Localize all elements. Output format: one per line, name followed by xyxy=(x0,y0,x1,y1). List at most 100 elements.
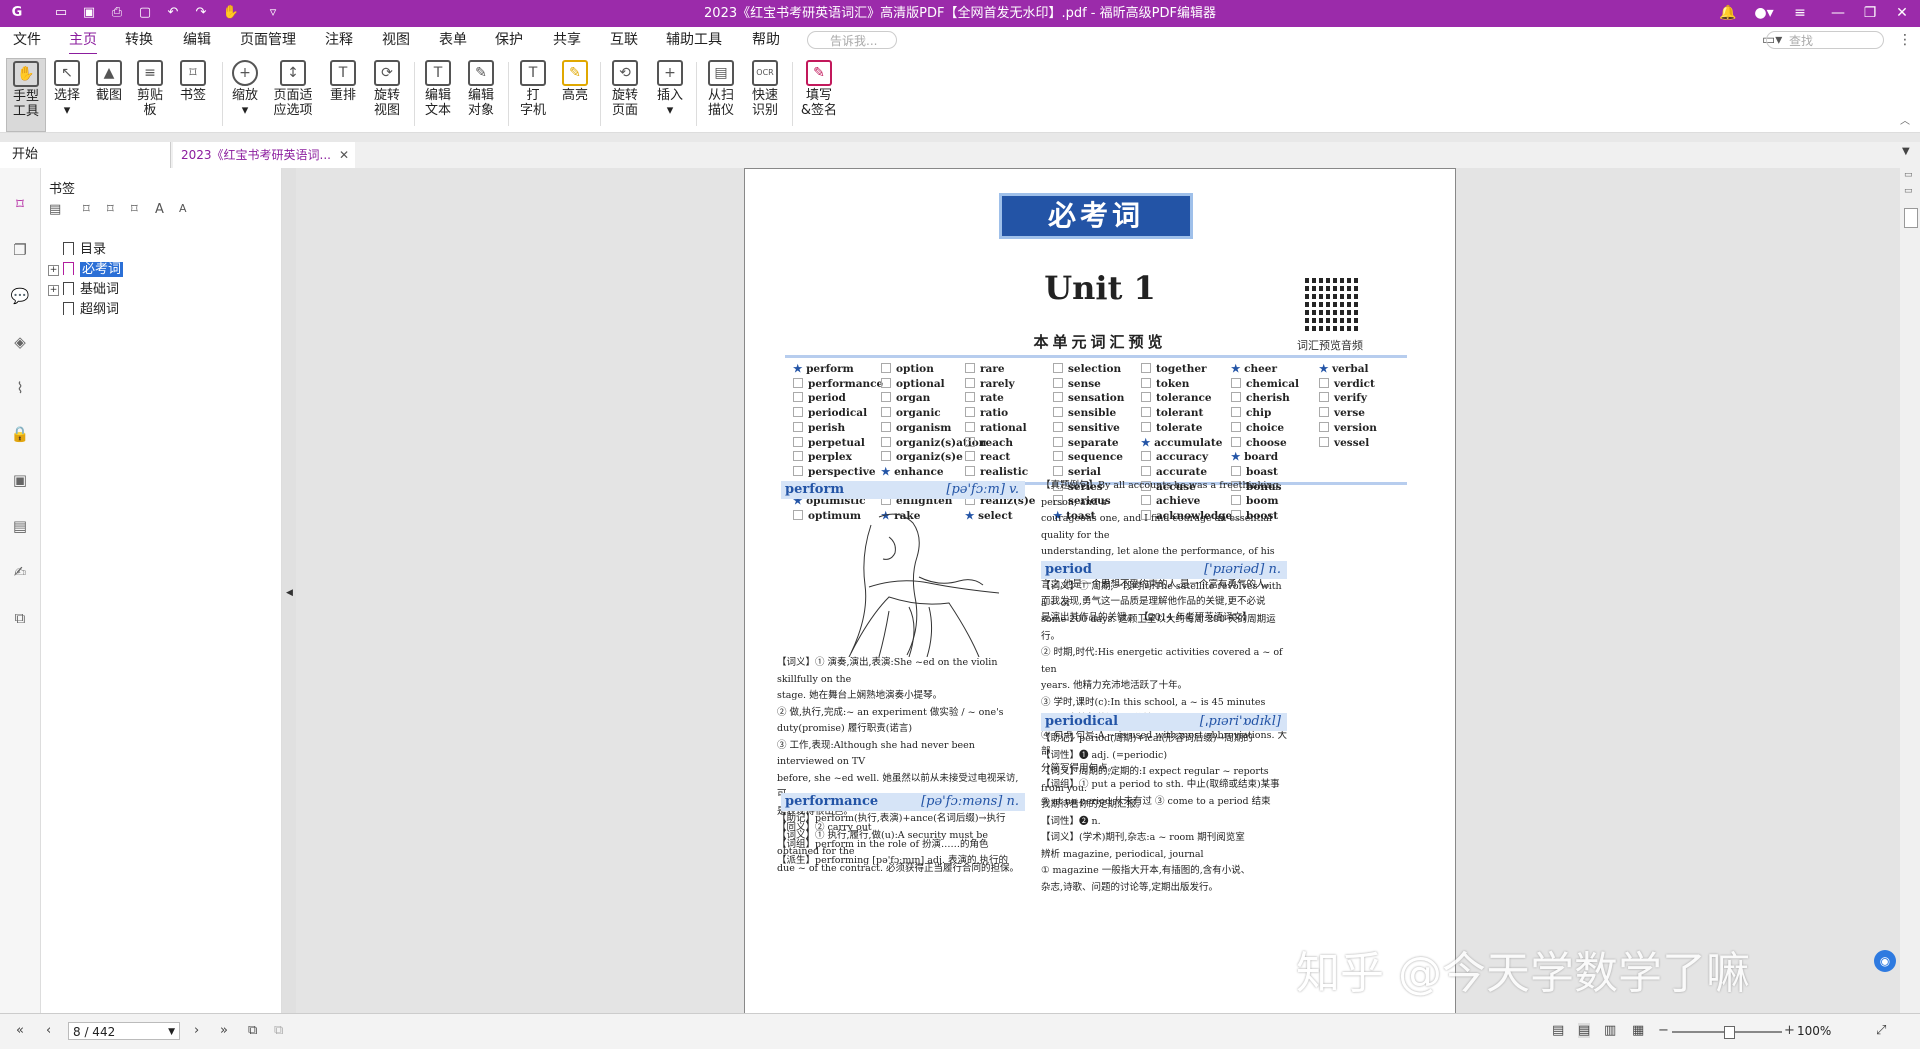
menu-edit[interactable]: 编辑 xyxy=(183,27,211,53)
word-list-item: sense xyxy=(1053,377,1124,392)
zoom-icon: + xyxy=(232,60,258,86)
menu-convert[interactable]: 转换 xyxy=(125,27,153,53)
menu-connect[interactable]: 互联 xyxy=(610,27,638,53)
screenshot-button[interactable]: ▲ 截图 xyxy=(92,58,126,130)
rotate-page-button[interactable]: ⟲ 旋转 页面 xyxy=(606,58,644,130)
add-bookmark-icon[interactable]: ⌑ xyxy=(83,202,90,217)
sign-icon: ✎ xyxy=(806,60,832,86)
more-options-icon[interactable]: ⋮ xyxy=(1898,27,1912,53)
menu-more-icon[interactable]: ≡ xyxy=(1780,0,1820,27)
tell-me-input[interactable]: 告诉我... xyxy=(807,31,897,49)
menu-page-manage[interactable]: 页面管理 xyxy=(240,27,296,53)
scrollbar-thumb[interactable] xyxy=(1904,208,1918,228)
document-viewer[interactable]: 必考词 Unit 1 词汇预览音频 本单元词汇预览 ★ perform perfo… xyxy=(296,168,1900,1013)
search-input[interactable]: 查找 xyxy=(1766,31,1884,49)
page-thumbnails-icon[interactable]: ❐ xyxy=(10,240,30,260)
copy-page-icon[interactable]: ⧉ xyxy=(248,1023,257,1038)
zoom-level[interactable]: 100% xyxy=(1797,1022,1867,1040)
select-button[interactable]: ↖ 选择 ▾ xyxy=(50,58,84,130)
chat-assistant-icon[interactable]: ◉ xyxy=(1874,950,1896,972)
page-fit-button[interactable]: ↕ 页面适 应选项 xyxy=(268,58,318,130)
new-bookmark-icon[interactable]: ⌑ xyxy=(107,202,114,217)
zoom-out-icon[interactable]: − xyxy=(1658,1023,1669,1038)
from-scanner-button[interactable]: ▤ 从扫 描仪 xyxy=(702,58,740,130)
signature-panel-icon[interactable]: ▣ xyxy=(10,470,30,490)
expand-icon[interactable]: + xyxy=(48,285,59,296)
previous-page-icon[interactable]: ‹ xyxy=(46,1023,51,1038)
zoom-slider-knob[interactable] xyxy=(1724,1026,1735,1039)
menu-comment[interactable]: 注释 xyxy=(325,27,353,53)
bookmark-button[interactable]: ⌑ 书签 xyxy=(176,58,210,130)
account-icon[interactable]: ●▾ xyxy=(1744,0,1784,27)
bookmark-item[interactable]: 目录 xyxy=(63,241,106,259)
bookmark-item[interactable]: 超纲词 xyxy=(63,301,119,319)
tab-start[interactable]: 开始 xyxy=(0,142,171,168)
last-page-icon[interactable]: » xyxy=(220,1023,228,1038)
menu-share[interactable]: 共享 xyxy=(553,27,581,53)
edit-text-button[interactable]: T 编辑 文本 xyxy=(420,58,456,130)
delete-bookmark-icon[interactable]: ⌑ xyxy=(131,202,138,217)
bell-icon[interactable]: 🔔 xyxy=(1708,0,1748,27)
collapse-panel-icon[interactable]: ◀ xyxy=(286,588,293,598)
zoom-button[interactable]: + 缩放 ▾ xyxy=(228,58,262,130)
menu-protect[interactable]: 保护 xyxy=(495,27,523,53)
font-smaller-icon[interactable]: A xyxy=(179,202,187,215)
menu-accessibility[interactable]: 辅助工具 xyxy=(666,27,722,53)
menu-view[interactable]: 视图 xyxy=(382,27,410,53)
page-dropdown-icon[interactable]: ▼ xyxy=(168,1023,175,1041)
single-page-view-icon[interactable]: ▤ xyxy=(1552,1023,1564,1038)
menu-home[interactable]: 主页 xyxy=(69,27,97,55)
ocr-button[interactable]: OCR 快速 识别 xyxy=(746,58,784,130)
layers-icon[interactable]: ◈ xyxy=(10,332,30,352)
tab-document[interactable]: 2023《红宝书考研英语词... ✕ xyxy=(173,142,355,168)
clipboard-button[interactable]: ≡ 剪贴 板 xyxy=(132,58,168,130)
fullscreen-icon[interactable]: ⤢ xyxy=(1876,1023,1886,1038)
zoom-in-icon[interactable]: + xyxy=(1784,1023,1795,1038)
continuous-view-icon[interactable]: ▤ xyxy=(1578,1023,1591,1038)
attachments-icon[interactable]: ⌇ xyxy=(10,378,30,398)
menu-form[interactable]: 表单 xyxy=(439,27,467,53)
bookmark-panel-icon[interactable]: ⌑ xyxy=(10,194,30,214)
rotate-view-button[interactable]: ⟳ 旋转 视图 xyxy=(366,58,408,130)
collapse-ribbon-icon[interactable]: ︿ xyxy=(1900,112,1910,127)
comments-icon[interactable]: 💬 xyxy=(10,286,30,306)
highlight-button[interactable]: ✎ 高亮 xyxy=(558,58,592,130)
split-view-icon[interactable]: ▭ xyxy=(1904,186,1913,196)
bookmark-item[interactable]: + 必考词 xyxy=(48,261,124,279)
bookmark-options-icon[interactable]: ▤ xyxy=(49,202,61,217)
word-column: rare rarely rate ratio rational reach react rea… xyxy=(965,362,1035,524)
font-larger-icon[interactable]: A xyxy=(155,202,164,217)
hand-tool-button[interactable]: ✋ 手型 工具 xyxy=(6,58,46,132)
compare-icon[interactable]: ⧉ xyxy=(10,608,30,628)
tab-close-icon[interactable]: ✕ xyxy=(339,142,349,168)
typewriter-button[interactable]: T打 字机 xyxy=(516,58,550,130)
checkbox-icon xyxy=(1053,392,1063,403)
facing-view-icon[interactable]: ▥ xyxy=(1604,1023,1616,1038)
pen-icon[interactable]: ✍ xyxy=(10,562,30,582)
insert-button[interactable]: + 插入 ▾ xyxy=(652,58,688,130)
paste-page-icon[interactable]: ⧉ xyxy=(274,1023,283,1038)
close-icon[interactable]: ✕ xyxy=(1882,0,1920,27)
bookmark-item[interactable]: + 基础词 xyxy=(48,281,119,299)
definition-line: 辨析 magazine, periodical, journal xyxy=(1041,848,1204,860)
vertical-scrollbar[interactable]: ▭ ▭ xyxy=(1900,168,1920,1013)
document-properties-icon[interactable]: ▤ xyxy=(10,516,30,536)
page-number-input[interactable]: 8 / 442 ▼ xyxy=(68,1022,180,1040)
tab-list-chevron-icon[interactable]: ▼ xyxy=(1902,146,1910,157)
fill-sign-button[interactable]: ✎ 填写 &签名 xyxy=(796,58,842,130)
expand-icon[interactable]: + xyxy=(48,265,59,276)
edit-object-button[interactable]: ✎ 编辑 对象 xyxy=(460,58,502,130)
zoom-slider[interactable] xyxy=(1672,1026,1782,1039)
scroll-up-icon[interactable]: ▭ xyxy=(1904,170,1913,180)
menu-help[interactable]: 帮助 xyxy=(752,27,780,53)
next-page-icon[interactable]: › xyxy=(194,1023,199,1038)
reflow-button[interactable]: T 重排 xyxy=(326,58,360,130)
menu-file[interactable]: 文件 xyxy=(13,27,41,53)
panel-splitter[interactable]: ◀ xyxy=(282,168,296,1013)
first-page-icon[interactable]: « xyxy=(16,1023,24,1038)
page-banner: 必考词 xyxy=(999,193,1193,239)
checkbox-icon xyxy=(965,436,975,447)
security-lock-icon[interactable]: 🔒 xyxy=(10,424,30,444)
checkbox-icon xyxy=(793,436,803,447)
continuous-facing-view-icon[interactable]: ▦ xyxy=(1632,1023,1644,1038)
